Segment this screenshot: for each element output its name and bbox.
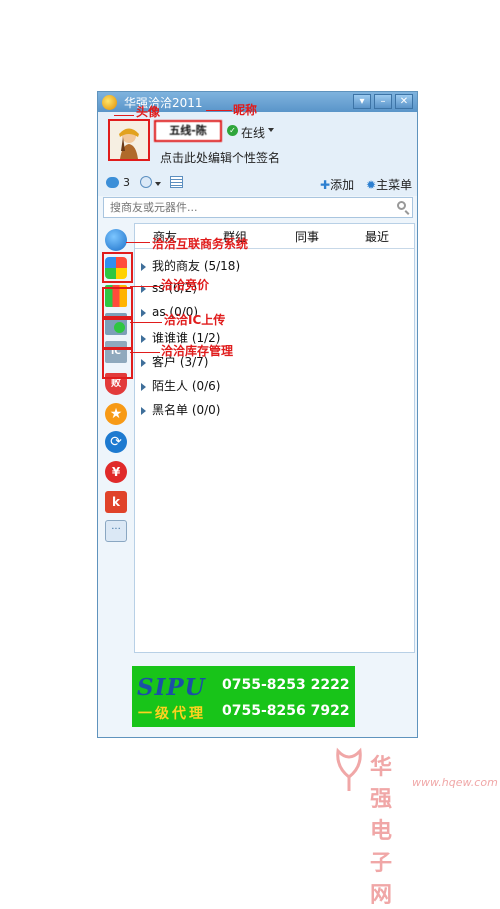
refresh-arrows-icon[interactable]: ⟳ (105, 431, 127, 453)
contact-group[interactable]: 我的商友 (5/18) (141, 257, 240, 274)
ad-phone-2: 0755-8256 7922 (222, 703, 350, 719)
avatar[interactable] (108, 119, 150, 161)
skin-button[interactable]: ▾ (353, 94, 371, 109)
expand-arrow-icon (141, 334, 146, 343)
search-box[interactable] (103, 197, 413, 218)
im-window: 华强洽洽2011 ▾ – ✕ 五线-陈 ✓ 在线 点击此处编辑个性签名 3 ✚添… (97, 91, 418, 738)
annotation-arrow (126, 242, 150, 243)
highlight-box-inventory (102, 348, 133, 379)
message-icon[interactable] (106, 177, 119, 188)
yen-coin-icon[interactable]: ¥ (105, 461, 127, 483)
close-button[interactable]: ✕ (395, 94, 413, 109)
message-count[interactable]: 3 (123, 176, 130, 189)
ad-phone-1: 0755-8253 2222 (222, 677, 350, 693)
main-menu-label: 主菜单 (376, 178, 413, 192)
profile-header: 五线-陈 ✓ 在线 点击此处编辑个性签名 (98, 112, 417, 172)
highlight-box-bidding (102, 287, 133, 318)
online-status-icon[interactable]: ✓ (227, 125, 238, 136)
list-view-icon[interactable] (170, 176, 183, 188)
gear-icon: ✹ (366, 178, 377, 192)
signature[interactable]: 点击此处编辑个性签名 (160, 149, 280, 166)
highlight-box-business (102, 252, 133, 283)
avatar-image (110, 121, 148, 159)
annotation-business-system: 洽洽互联商务系统 (152, 237, 249, 251)
add-button[interactable]: ✚添加 (320, 176, 354, 193)
annotation-arrow (130, 286, 160, 287)
plus-icon: ✚ (320, 178, 331, 192)
hqew-logo-icon (336, 747, 362, 791)
expand-arrow-icon (141, 262, 146, 271)
highlight-box-ic-upload (102, 318, 133, 349)
nickname[interactable]: 五线-陈 (154, 120, 222, 142)
toolbar: 3 ✚添加 ✹主菜单 (98, 172, 417, 196)
circle-menu-icon[interactable] (140, 176, 152, 188)
annotation-ic-upload: 洽洽IC上传 (164, 313, 226, 327)
expand-arrow-icon (141, 358, 146, 367)
search-input[interactable] (110, 200, 380, 215)
annotation-avatar: 头像 (136, 105, 161, 119)
annotation-arrow (130, 322, 162, 323)
tab-colleagues[interactable]: 同事 (295, 228, 319, 245)
tab-recent[interactable]: 最近 (365, 228, 389, 245)
minimize-button[interactable]: – (374, 94, 392, 109)
status-label[interactable]: 在线 (241, 124, 265, 141)
group-label: 我的商友 (5/18) (152, 259, 241, 273)
main-menu-button[interactable]: ✹主菜单 (366, 176, 412, 193)
expand-arrow-icon (141, 406, 146, 415)
watermark-text: 华强电子网 (370, 755, 395, 908)
chat-bubble-icon[interactable] (105, 229, 127, 251)
chevron-down-icon[interactable] (155, 182, 161, 186)
expand-arrow-icon (141, 308, 146, 317)
annotation-inventory: 洽洽库存管理 (161, 344, 234, 358)
message-dots-icon[interactable]: ··· (105, 520, 127, 542)
annotation-arrow (130, 352, 160, 353)
sipu-logo: SIPU (137, 674, 206, 701)
star-badge-icon[interactable]: ★ (105, 403, 127, 425)
k-app-icon[interactable]: k (105, 491, 127, 513)
search-icon[interactable] (397, 201, 406, 210)
group-label: 陌生人 (0/6) (152, 379, 221, 393)
annotation-arrow (114, 115, 134, 116)
app-logo-icon (102, 95, 117, 110)
contact-group[interactable]: 陌生人 (0/6) (141, 377, 221, 394)
ad-banner[interactable]: SIPU 0755-8253 2222 一级代理 0755-8256 7922 (132, 666, 355, 727)
expand-arrow-icon (141, 382, 146, 391)
status-dropdown-icon[interactable] (268, 128, 274, 132)
annotation-nickname: 昵称 (233, 103, 258, 117)
watermark-url: www.hqew.com (412, 776, 498, 789)
contact-group[interactable]: 黑名单 (0/0) (141, 401, 221, 418)
add-label: 添加 (330, 178, 355, 192)
annotation-bidding: 洽洽竞价 (161, 278, 210, 292)
ad-agent-label: 一级代理 (138, 706, 206, 722)
annotation-arrow (206, 110, 232, 111)
group-label: 黑名单 (0/0) (152, 403, 221, 417)
